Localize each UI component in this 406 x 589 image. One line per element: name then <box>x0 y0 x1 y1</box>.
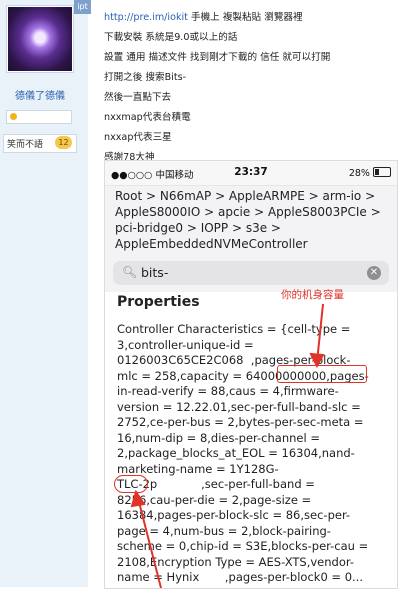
battery-percent: 28% <box>348 168 370 179</box>
clear-icon[interactable]: ✕ <box>367 266 381 280</box>
capacity-arrowhead-icon <box>309 352 325 369</box>
post-body: http://pre.im/iokit 手機上 複製粘貼 瀏覽器裡 下載安裝 系… <box>104 8 330 168</box>
user-tag[interactable]: 笑而不語 12 <box>3 134 77 153</box>
post-line: http://pre.im/iokit 手機上 複製粘貼 瀏覽器裡 <box>104 8 330 28</box>
post-line: 設置 通用 描述文件 找到剛才下載的 信任 就可以打開 <box>104 52 331 63</box>
ioreg-path: Root > N66mAP > AppleARMPE > arm-io > Ap… <box>115 189 381 251</box>
tlc-arrow-icon <box>137 497 162 588</box>
rank-indicator <box>6 110 72 124</box>
post-line: 下載安裝 系統是9.0或以上的話 <box>104 32 238 43</box>
user-sidebar: 德儀了德儀 笑而不語 12 <box>0 0 88 587</box>
status-right: 28% <box>349 167 391 179</box>
embedded-phone-screenshot[interactable]: ●●○○○ 中国移动 23:37 28% Root > N66mAP > App… <box>104 160 398 589</box>
post-link[interactable]: http://pre.im/iokit <box>104 12 188 23</box>
annotation-arrows <box>130 303 325 588</box>
status-bar: ●●○○○ 中国移动 23:37 28% <box>105 161 397 186</box>
tlc-arrowhead-icon <box>130 489 146 508</box>
post-line: 打開之後 搜索Bits- <box>104 72 187 83</box>
post-line: 然後一直點下去 <box>104 92 172 103</box>
post-line-text: 手機上 複製粘貼 瀏覽器裡 <box>187 12 303 23</box>
avatar[interactable] <box>8 7 72 71</box>
post-line: nxxmap代表台積電 <box>104 112 191 123</box>
battery-icon <box>373 167 391 177</box>
rank-star-icon <box>10 113 17 120</box>
post-line: nxxap代表三星 <box>104 132 172 143</box>
search-field[interactable]: 🔍︎ bits- ✕ <box>113 261 389 285</box>
avatar-frame[interactable] <box>6 5 74 73</box>
user-tag-label: 笑而不語 <box>7 140 44 150</box>
search-input[interactable]: bits- <box>141 265 168 280</box>
properties-panel: Properties 你的机身容量 Controller Characteris… <box>105 289 397 588</box>
user-name-link[interactable]: 德儀了德儀 <box>0 87 80 102</box>
search-icon: 🔍︎ <box>122 265 138 279</box>
user-tag-count: 12 <box>55 136 72 149</box>
corner-badge: ipt <box>74 0 91 14</box>
capacity-arrow-icon <box>316 303 324 363</box>
